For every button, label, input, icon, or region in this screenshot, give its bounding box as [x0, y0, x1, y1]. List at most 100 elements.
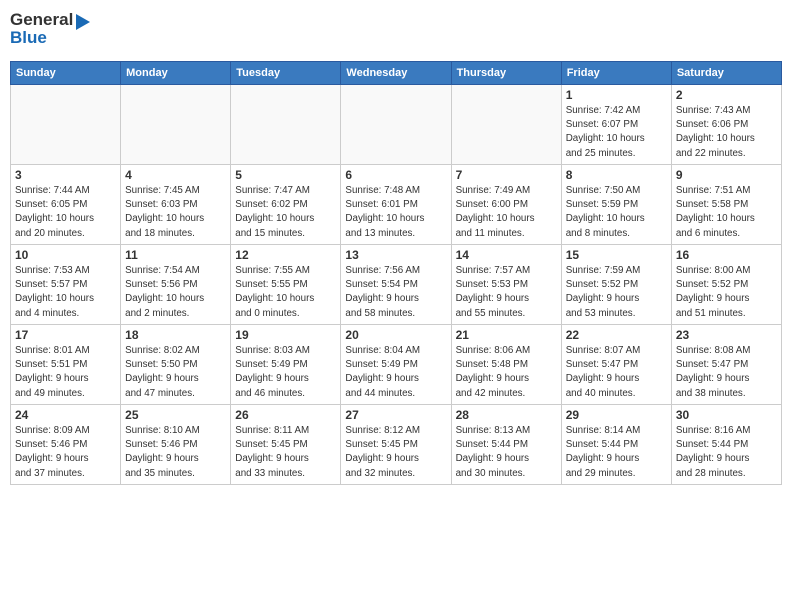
day-number: 7 — [456, 168, 557, 182]
day-of-week-header: Wednesday — [341, 62, 451, 85]
day-number: 1 — [566, 88, 667, 102]
day-info: Sunrise: 7:57 AMSunset: 5:53 PMDaylight:… — [456, 264, 557, 321]
day-number: 3 — [15, 168, 116, 182]
calendar-day-cell — [341, 85, 451, 165]
calendar-day-cell — [11, 85, 121, 165]
logo-general: General — [10, 10, 73, 30]
day-info: Sunrise: 8:07 AMSunset: 5:47 PMDaylight:… — [566, 344, 667, 401]
day-info: Sunrise: 8:16 AMSunset: 5:44 PMDaylight:… — [676, 424, 777, 481]
day-number: 14 — [456, 248, 557, 262]
calendar-week-row: 10 Sunrise: 7:53 AMSunset: 5:57 PMDayligh… — [11, 245, 782, 325]
calendar-week-row: 24Sunrise: 8:09 AMSunset: 5:46 PMDayligh… — [11, 405, 782, 485]
calendar-day-cell: 4 Sunrise: 7:45 AMSunset: 6:03 PMDaylight… — [121, 165, 231, 245]
calendar-day-cell: 30 Sunrise: 8:16 AMSunset: 5:44 PMDayligh… — [671, 405, 781, 485]
day-number: 23 — [676, 328, 777, 342]
calendar-day-cell: 3Sunrise: 7:44 AMSunset: 6:05 PMDaylight… — [11, 165, 121, 245]
day-number: 18 — [125, 328, 226, 342]
calendar-day-cell: 12 Sunrise: 7:55 AMSunset: 5:55 PMDayligh… — [231, 245, 341, 325]
day-number: 4 — [125, 168, 226, 182]
day-info: Sunrise: 7:47 AMSunset: 6:02 PMDaylight:… — [235, 184, 336, 241]
calendar-day-cell: 5 Sunrise: 7:47 AMSunset: 6:02 PMDaylight… — [231, 165, 341, 245]
day-number: 8 — [566, 168, 667, 182]
day-number: 6 — [345, 168, 446, 182]
calendar-day-cell: 22 Sunrise: 8:07 AMSunset: 5:47 PMDayligh… — [561, 325, 671, 405]
day-info: Sunrise: 8:12 AMSunset: 5:45 PMDaylight:… — [345, 424, 446, 481]
day-number: 22 — [566, 328, 667, 342]
logo: General Blue — [10, 10, 90, 55]
calendar-week-row: 1Sunrise: 7:42 AMSunset: 6:07 PMDaylight… — [11, 85, 782, 165]
calendar-week-row: 3Sunrise: 7:44 AMSunset: 6:05 PMDaylight… — [11, 165, 782, 245]
calendar-day-cell: 14 Sunrise: 7:57 AMSunset: 5:53 PMDayligh… — [451, 245, 561, 325]
calendar-day-cell: 7 Sunrise: 7:49 AMSunset: 6:00 PMDaylight… — [451, 165, 561, 245]
day-number: 26 — [235, 408, 336, 422]
day-number: 28 — [456, 408, 557, 422]
calendar-day-cell: 11Sunrise: 7:54 AMSunset: 5:56 PMDayligh… — [121, 245, 231, 325]
calendar-day-cell: 25 Sunrise: 8:10 AMSunset: 5:46 PMDayligh… — [121, 405, 231, 485]
calendar-day-cell: 16Sunrise: 8:00 AMSunset: 5:52 PMDayligh… — [671, 245, 781, 325]
day-info: Sunrise: 8:06 AMSunset: 5:48 PMDaylight:… — [456, 344, 557, 401]
calendar-day-cell: 26 Sunrise: 8:11 AMSunset: 5:45 PMDayligh… — [231, 405, 341, 485]
day-info: Sunrise: 7:53 AMSunset: 5:57 PMDaylight:… — [15, 264, 116, 321]
calendar-day-cell: 2Sunrise: 7:43 AMSunset: 6:06 PMDaylight… — [671, 85, 781, 165]
calendar-day-cell: 9 Sunrise: 7:51 AMSunset: 5:58 PMDaylight… — [671, 165, 781, 245]
day-info: Sunrise: 7:55 AMSunset: 5:55 PMDaylight:… — [235, 264, 336, 321]
day-info: Sunrise: 8:03 AMSunset: 5:49 PMDaylight:… — [235, 344, 336, 401]
day-info: Sunrise: 7:49 AMSunset: 6:00 PMDaylight:… — [456, 184, 557, 241]
calendar-header-row: SundayMondayTuesdayWednesdayThursdayFrid… — [11, 62, 782, 85]
logo-blue: Blue — [10, 28, 47, 48]
day-info: Sunrise: 8:02 AMSunset: 5:50 PMDaylight:… — [125, 344, 226, 401]
day-of-week-header: Tuesday — [231, 62, 341, 85]
day-info: Sunrise: 8:14 AMSunset: 5:44 PMDaylight:… — [566, 424, 667, 481]
calendar-day-cell: 21 Sunrise: 8:06 AMSunset: 5:48 PMDayligh… — [451, 325, 561, 405]
calendar-day-cell: 29 Sunrise: 8:14 AMSunset: 5:44 PMDayligh… — [561, 405, 671, 485]
calendar-day-cell: 17 Sunrise: 8:01 AMSunset: 5:51 PMDayligh… — [11, 325, 121, 405]
day-info: Sunrise: 8:01 AMSunset: 5:51 PMDaylight:… — [15, 344, 116, 401]
day-number: 29 — [566, 408, 667, 422]
day-number: 27 — [345, 408, 446, 422]
day-info: Sunrise: 7:56 AMSunset: 5:54 PMDaylight:… — [345, 264, 446, 321]
calendar-day-cell — [231, 85, 341, 165]
page-header: General Blue — [10, 10, 782, 55]
calendar-day-cell: 1Sunrise: 7:42 AMSunset: 6:07 PMDaylight… — [561, 85, 671, 165]
logo-arrow-icon — [76, 14, 90, 30]
day-number: 30 — [676, 408, 777, 422]
calendar-day-cell: 23Sunrise: 8:08 AMSunset: 5:47 PMDayligh… — [671, 325, 781, 405]
day-info: Sunrise: 8:00 AMSunset: 5:52 PMDaylight:… — [676, 264, 777, 321]
calendar-table: SundayMondayTuesdayWednesdayThursdayFrid… — [10, 61, 782, 485]
day-of-week-header: Friday — [561, 62, 671, 85]
day-of-week-header: Saturday — [671, 62, 781, 85]
day-number: 13 — [345, 248, 446, 262]
calendar-day-cell: 27 Sunrise: 8:12 AMSunset: 5:45 PMDayligh… — [341, 405, 451, 485]
day-info: Sunrise: 7:51 AMSunset: 5:58 PMDaylight:… — [676, 184, 777, 241]
day-number: 21 — [456, 328, 557, 342]
day-number: 19 — [235, 328, 336, 342]
day-number: 10 — [15, 248, 116, 262]
calendar-day-cell: 10 Sunrise: 7:53 AMSunset: 5:57 PMDayligh… — [11, 245, 121, 325]
calendar-day-cell: 6Sunrise: 7:48 AMSunset: 6:01 PMDaylight… — [341, 165, 451, 245]
day-info: Sunrise: 7:59 AMSunset: 5:52 PMDaylight:… — [566, 264, 667, 321]
day-of-week-header: Sunday — [11, 62, 121, 85]
calendar-day-cell: 18 Sunrise: 8:02 AMSunset: 5:50 PMDayligh… — [121, 325, 231, 405]
calendar-day-cell — [121, 85, 231, 165]
day-info: Sunrise: 7:54 AMSunset: 5:56 PMDaylight:… — [125, 264, 226, 321]
day-number: 25 — [125, 408, 226, 422]
day-number: 17 — [15, 328, 116, 342]
day-info: Sunrise: 8:11 AMSunset: 5:45 PMDaylight:… — [235, 424, 336, 481]
day-info: Sunrise: 8:13 AMSunset: 5:44 PMDaylight:… — [456, 424, 557, 481]
calendar-day-cell: 13 Sunrise: 7:56 AMSunset: 5:54 PMDayligh… — [341, 245, 451, 325]
day-of-week-header: Monday — [121, 62, 231, 85]
day-info: Sunrise: 8:04 AMSunset: 5:49 PMDaylight:… — [345, 344, 446, 401]
day-number: 5 — [235, 168, 336, 182]
calendar-day-cell: 8Sunrise: 7:50 AMSunset: 5:59 PMDaylight… — [561, 165, 671, 245]
day-info: Sunrise: 8:10 AMSunset: 5:46 PMDaylight:… — [125, 424, 226, 481]
calendar-day-cell: 19 Sunrise: 8:03 AMSunset: 5:49 PMDayligh… — [231, 325, 341, 405]
calendar-day-cell: 20 Sunrise: 8:04 AMSunset: 5:49 PMDayligh… — [341, 325, 451, 405]
calendar-day-cell: 15 Sunrise: 7:59 AMSunset: 5:52 PMDayligh… — [561, 245, 671, 325]
day-number: 20 — [345, 328, 446, 342]
day-info: Sunrise: 7:45 AMSunset: 6:03 PMDaylight:… — [125, 184, 226, 241]
day-number: 15 — [566, 248, 667, 262]
day-number: 12 — [235, 248, 336, 262]
day-number: 9 — [676, 168, 777, 182]
day-info: Sunrise: 7:43 AMSunset: 6:06 PMDaylight:… — [676, 104, 777, 161]
calendar-day-cell: 28 Sunrise: 8:13 AMSunset: 5:44 PMDayligh… — [451, 405, 561, 485]
